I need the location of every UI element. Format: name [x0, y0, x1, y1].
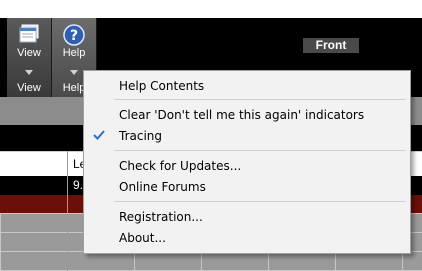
- table-cell: 9.: [73, 178, 84, 192]
- view-button-caption: View: [17, 82, 41, 94]
- tab-front[interactable]: Front: [303, 38, 359, 53]
- menu-separator: [114, 99, 406, 100]
- chevron-down-icon[interactable]: [25, 70, 33, 75]
- help-button-label: Help: [62, 47, 86, 59]
- svg-text:?: ?: [70, 28, 78, 44]
- menu-separator: [114, 150, 406, 151]
- top-strip: [0, 0, 422, 18]
- view-button[interactable]: View View: [7, 18, 52, 97]
- window-icon: [19, 24, 39, 43]
- menu-item-registration[interactable]: Registration...: [84, 206, 410, 228]
- menu-item-help-contents[interactable]: Help Contents: [84, 75, 410, 97]
- menu-item-label: About...: [119, 231, 166, 245]
- view-button-label: View: [17, 47, 41, 59]
- chevron-down-icon[interactable]: [70, 70, 78, 75]
- menu-item-label: Help Contents: [119, 79, 205, 93]
- menu-item-label: Clear 'Don't tell me this again' indicat…: [119, 108, 365, 122]
- menu-item-clear-indicators[interactable]: Clear 'Don't tell me this again' indicat…: [84, 104, 410, 126]
- checkmark-icon: [93, 130, 105, 140]
- menu-item-check-updates[interactable]: Check for Updates...: [84, 155, 410, 177]
- column-divider: [67, 151, 68, 271]
- menu-item-label: Online Forums: [119, 180, 206, 194]
- menu-item-online-forums[interactable]: Online Forums: [84, 176, 410, 198]
- menu-item-label: Tracing: [119, 129, 163, 143]
- menu-item-label: Check for Updates...: [119, 159, 242, 173]
- menu-item-label: Registration...: [119, 210, 203, 224]
- menu-item-about[interactable]: About...: [84, 227, 410, 249]
- help-icon: ?: [63, 24, 85, 46]
- menu-separator: [114, 201, 406, 202]
- menu-item-tracing[interactable]: Tracing: [84, 125, 410, 147]
- help-menu: Help Contents Clear 'Don't tell me this …: [83, 70, 411, 254]
